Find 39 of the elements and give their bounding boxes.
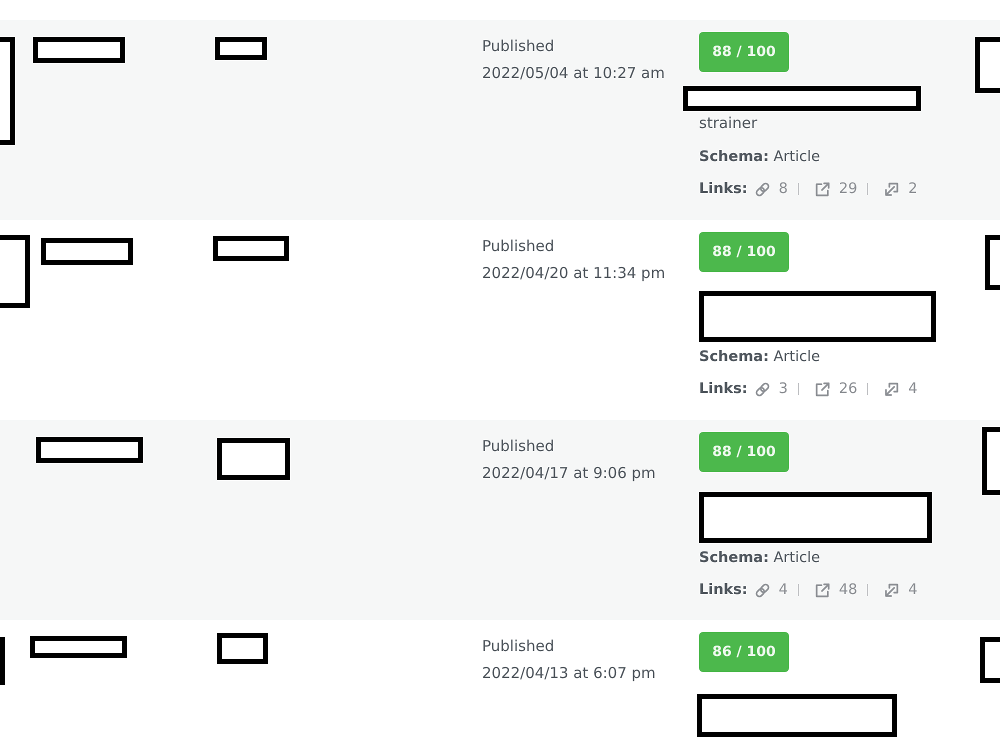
post-date: 2022/05/04 at 10:27 am [482,63,665,84]
schema-type-text: Schema: Article [699,348,820,367]
post-status: Published [482,436,554,457]
incoming-links-count: 4 [908,582,918,598]
link-icon [754,180,771,198]
post-status: Published [482,36,554,57]
post-status: Published [482,636,554,657]
links-label: Links: [699,181,748,197]
post-date: 2022/04/20 at 11:34 pm [482,263,666,284]
external-link-icon [814,582,831,598]
internal-links-count: 8 [778,181,788,197]
square-arrow-down-left-icon [883,380,900,398]
post-date: 2022/04/13 at 6:07 pm [482,663,656,684]
internal-links-count: 4 [778,582,788,598]
post-status: Published [482,236,554,257]
focus-keyword-text: strainer [699,113,758,134]
square-arrow-down-left-icon [883,180,900,198]
internal-links-count: 3 [778,381,788,397]
external-link-icon [814,180,831,198]
link-icon [754,380,771,398]
seo-score-badge: 88 / 100 [699,432,789,472]
links-label: Links: [699,582,748,598]
external-links-count: 48 [838,582,858,598]
links-label: Links: [699,381,748,397]
square-arrow-down-left-icon [883,582,900,598]
redaction-box [217,633,268,664]
seo-score-badge: 88 / 100 [699,232,789,272]
schema-type-text: Schema: Article [699,549,820,568]
external-links-count: 26 [838,381,858,397]
incoming-links-count: 4 [908,381,918,397]
redaction-box [215,37,267,60]
seo-score-badge: 86 / 100 [699,632,789,672]
external-links-count: 29 [838,181,858,197]
incoming-links-count: 2 [908,181,918,197]
external-link-icon [814,380,831,398]
seo-score-badge: 88 / 100 [699,32,789,72]
schema-type-text: Schema: Article [699,148,820,167]
link-icon [754,582,771,598]
post-date: 2022/04/17 at 9:06 pm [482,463,656,484]
